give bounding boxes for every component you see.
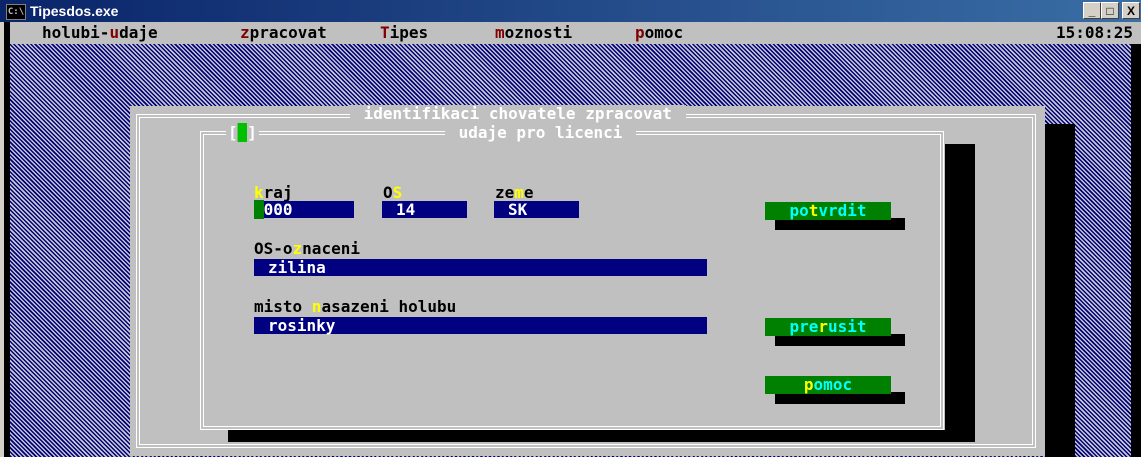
zeme-input[interactable]: SK (494, 201, 579, 219)
inner-dialog-shadow-bottom (228, 430, 975, 442)
os-input[interactable]: 14 (382, 201, 467, 219)
dialog-close-box[interactable]: [▌] (226, 123, 259, 142)
menu-tipes[interactable]: Tipes (380, 24, 428, 42)
misto-nasazeni-input[interactable]: rosinky (254, 317, 707, 335)
clock: 15:08:25 (1055, 23, 1133, 42)
os-oznaceni-input[interactable]: zilina (254, 259, 707, 277)
potvrdit-button[interactable]: potvrdit (765, 202, 891, 220)
maximize-button[interactable]: □ (1101, 2, 1119, 19)
minimize-button[interactable]: _ (1083, 2, 1101, 19)
close-button[interactable]: X (1122, 2, 1140, 19)
misto-nasazeni-label: misto nasazeni holubu (254, 297, 457, 316)
menu-bar: holubi-udaje zpracovat Tipes moznosti po… (10, 22, 1141, 44)
console-app-icon: C:\ (6, 4, 26, 20)
inner-dialog-shadow (945, 144, 975, 432)
menu-zpracovat[interactable]: zpracovat (240, 24, 327, 42)
outer-dialog-title: identifikaci chovatele zpracovat (350, 105, 686, 123)
menu-moznosti[interactable]: moznosti (495, 24, 572, 42)
menu-holubi-udaje[interactable]: holubi-udaje (42, 24, 158, 42)
os-oznaceni-label: OS-oznaceni (254, 239, 360, 258)
outer-dialog-shadow (1045, 124, 1075, 457)
window-border (0, 22, 4, 457)
inner-dialog-title: udaje pro licenci (445, 124, 637, 142)
menu-pomoc[interactable]: pomoc (635, 24, 683, 42)
pomoc-button[interactable]: pomoc (765, 376, 891, 394)
prerusit-button[interactable]: prerusit (765, 318, 891, 336)
window-titlebar[interactable]: C:\ Tipesdos.exe _ □ X (0, 0, 1141, 22)
kraj-input[interactable]: 000 (254, 200, 354, 219)
window-title: Tipesdos.exe (30, 3, 119, 19)
